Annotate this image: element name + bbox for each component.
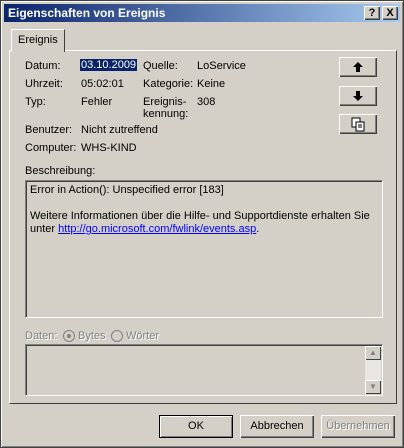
type-value: Fehler — [81, 96, 113, 108]
words-label: Wörter — [126, 330, 159, 342]
description-line-3-suffix: . — [256, 223, 260, 235]
arrow-down-icon — [353, 91, 363, 101]
description-line-2: Weitere Informationen über die Hilfe- un… — [30, 210, 370, 222]
close-button[interactable]: X — [382, 6, 398, 20]
category-label: Kategorie: — [143, 78, 194, 90]
ok-button[interactable]: OK — [159, 415, 233, 438]
help-button[interactable]: ? — [364, 6, 380, 20]
previous-event-button[interactable] — [339, 57, 377, 77]
description-text: Error in Action(): Unspecified error [18… — [30, 184, 375, 236]
cancel-button[interactable]: Abbrechen — [240, 415, 314, 438]
copy-icon — [351, 117, 365, 132]
user-value: Nicht zutreffend — [81, 124, 158, 136]
user-label: Benutzer: — [25, 124, 73, 136]
tab-label: Ereignis — [18, 34, 58, 46]
date-value[interactable]: 03.10.2009 — [80, 59, 138, 71]
bytes-radio[interactable] — [63, 330, 75, 342]
next-event-button[interactable] — [339, 86, 377, 106]
event-properties-dialog: Eigenschaften von Ereignis ? X Ereignis … — [0, 0, 404, 448]
date-label: Datum: — [25, 60, 61, 72]
category-value: Keine — [197, 78, 226, 90]
description-line-3: unter http://go.microsoft.com/fwlink/eve… — [30, 223, 375, 236]
description-label: Beschreibung: — [25, 165, 96, 177]
tab-ereignis[interactable]: Ereignis — [11, 29, 65, 52]
time-value: 05:02:01 — [81, 78, 124, 90]
time-label: Uhrzeit: — [25, 78, 63, 90]
description-line-3-prefix: unter — [30, 223, 56, 235]
source-label: Quelle: — [143, 60, 178, 72]
description-line-1: Error in Action(): Unspecified error [18… — [30, 184, 224, 196]
apply-button[interactable]: Übernehmen — [321, 415, 395, 438]
event-id-value: 308 — [197, 96, 216, 108]
event-id-label-line2: kennung: — [143, 108, 189, 120]
event-id-label-line1: Ereignis- — [143, 96, 187, 108]
window-title: Eigenschaften von Ereignis — [8, 6, 166, 20]
words-radio[interactable] — [111, 330, 123, 342]
data-scrollbar[interactable]: ▲ ▼ — [365, 346, 381, 394]
type-label: Typ: — [25, 96, 46, 108]
computer-label: Computer: — [25, 142, 77, 154]
bytes-label: Bytes — [78, 330, 106, 342]
title-bar: Eigenschaften von Ereignis ? X — [4, 4, 400, 22]
copy-button[interactable] — [339, 114, 377, 134]
data-label: Daten: — [25, 330, 58, 342]
scroll-down-icon[interactable]: ▼ — [365, 380, 381, 394]
source-value: LoService — [197, 60, 246, 72]
arrow-up-icon — [353, 62, 363, 72]
support-link[interactable]: http://go.microsoft.com/fwlink/events.as… — [58, 223, 256, 235]
computer-value: WHS-KIND — [81, 142, 137, 154]
data-box[interactable]: ▲ ▼ — [25, 344, 383, 396]
scroll-up-icon[interactable]: ▲ — [365, 346, 381, 360]
description-box[interactable]: Error in Action(): Unspecified error [18… — [25, 180, 383, 318]
